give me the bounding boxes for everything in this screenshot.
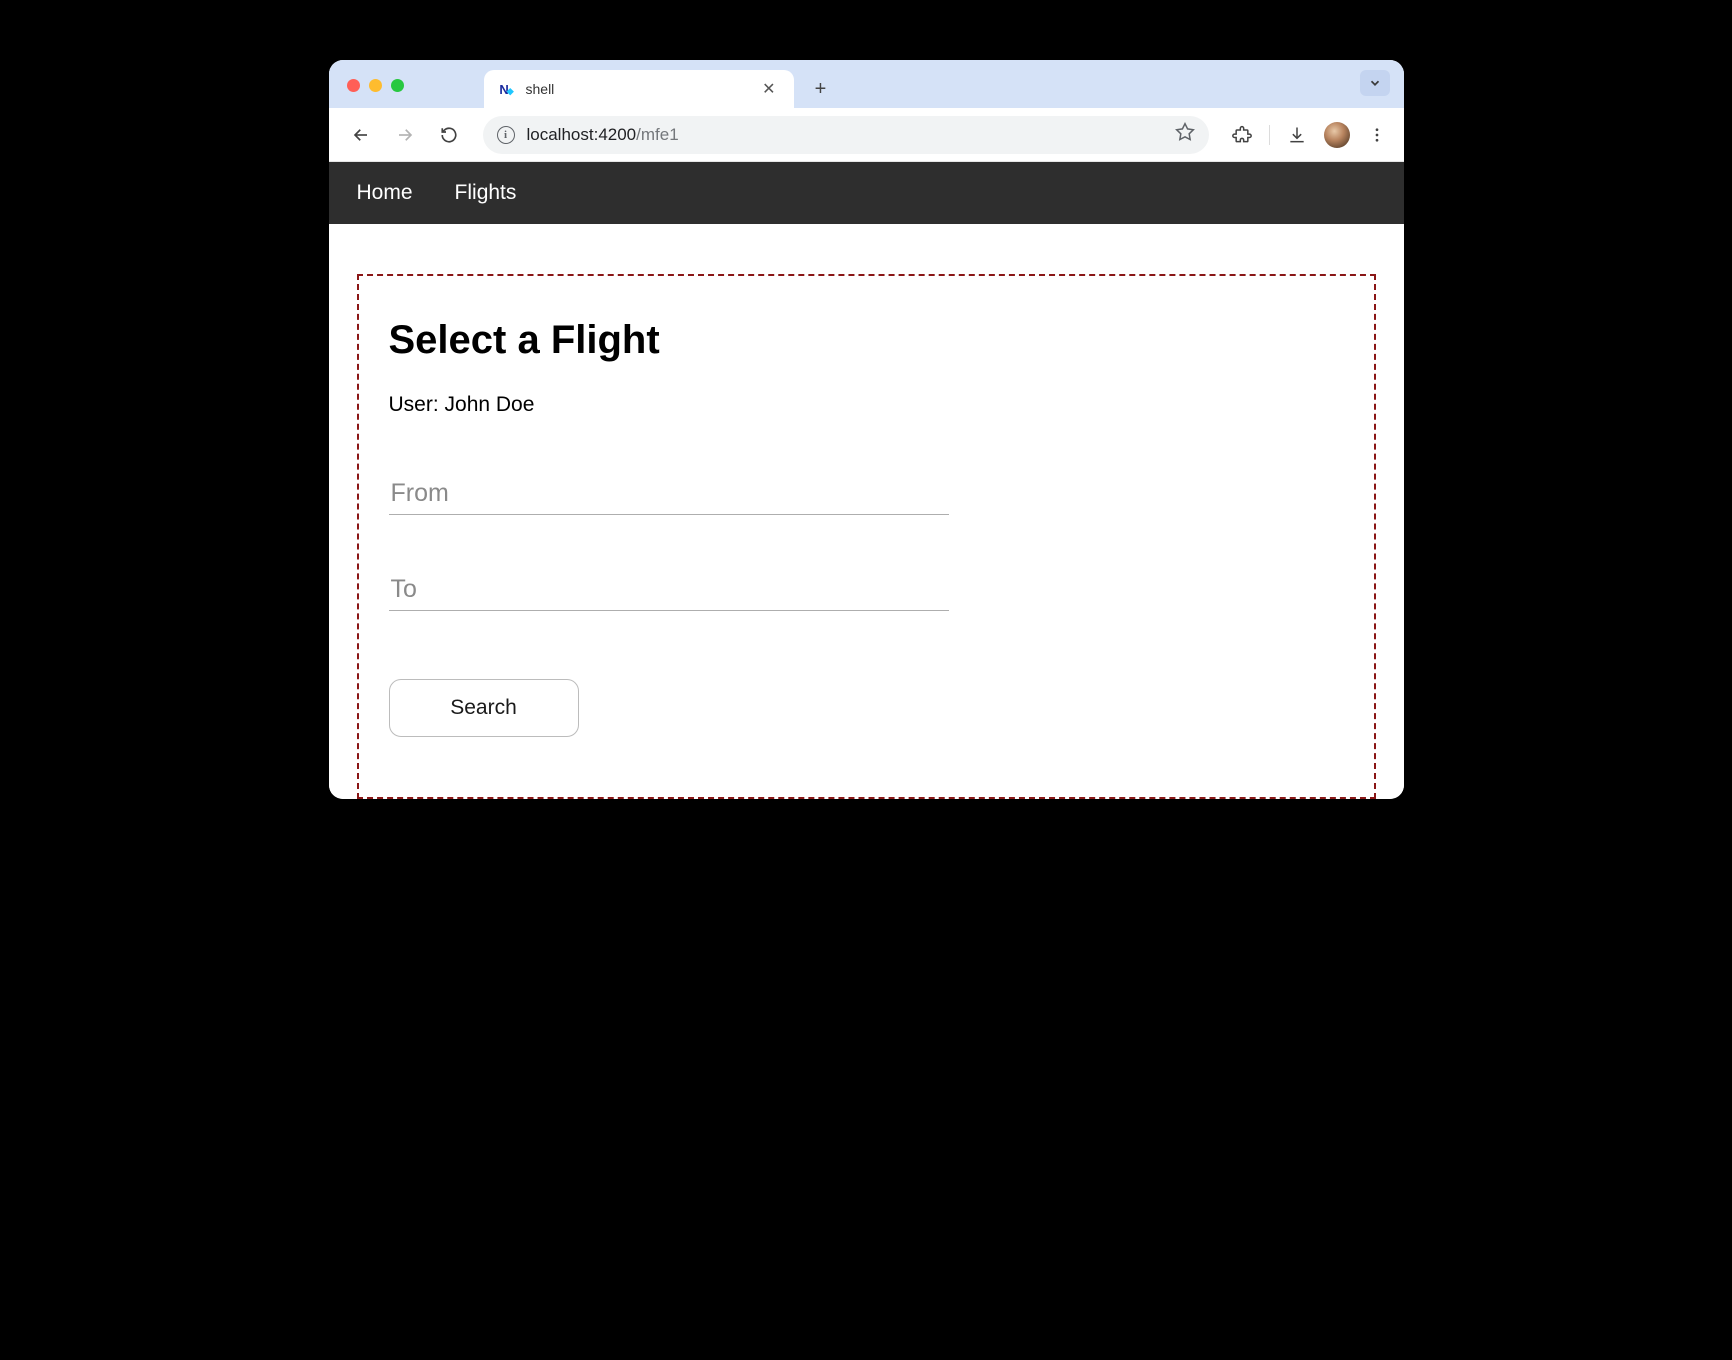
tabs-dropdown-button[interactable] (1360, 70, 1390, 96)
chevron-down-icon (1368, 76, 1382, 90)
download-icon (1287, 125, 1307, 145)
browser-menu-button[interactable] (1364, 122, 1390, 148)
browser-window: N◆ shell ✕ + i localhost:4200/mfe1 (329, 60, 1404, 799)
back-button[interactable] (343, 117, 379, 153)
to-input[interactable] (389, 569, 949, 611)
address-bar[interactable]: i localhost:4200/mfe1 (483, 116, 1209, 154)
window-maximize-button[interactable] (391, 79, 404, 92)
url-text: localhost:4200/mfe1 (527, 125, 1163, 145)
nav-home[interactable]: Home (357, 181, 413, 205)
nav-flights[interactable]: Flights (455, 181, 517, 205)
url-path: /mfe1 (636, 125, 679, 144)
profile-avatar[interactable] (1324, 122, 1350, 148)
window-close-button[interactable] (347, 79, 360, 92)
from-input[interactable] (389, 473, 949, 515)
mfe-container: Select a Flight User: John Doe Search (357, 274, 1376, 799)
puzzle-icon (1232, 125, 1252, 145)
arrow-left-icon (352, 126, 370, 144)
reload-icon (440, 126, 458, 144)
browser-toolbar: i localhost:4200/mfe1 (329, 108, 1404, 162)
new-tab-button[interactable]: + (806, 74, 836, 104)
forward-button[interactable] (387, 117, 423, 153)
tab-close-icon[interactable]: ✕ (758, 79, 779, 99)
page-content: Home Flights Select a Flight User: John … (329, 162, 1404, 799)
page-title: Select a Flight (389, 318, 1344, 363)
search-button[interactable]: Search (389, 679, 579, 737)
user-label: User: (389, 393, 445, 416)
star-icon (1175, 122, 1195, 142)
site-info-icon[interactable]: i (497, 126, 515, 144)
bookmark-button[interactable] (1175, 122, 1195, 147)
from-field (389, 473, 949, 515)
reload-button[interactable] (431, 117, 467, 153)
extensions-button[interactable] (1229, 122, 1255, 148)
url-host: localhost:4200 (527, 125, 637, 144)
toolbar-right (1229, 122, 1390, 148)
browser-tab-bar: N◆ shell ✕ + (329, 60, 1404, 108)
browser-tab[interactable]: N◆ shell ✕ (484, 70, 794, 108)
tab-title: shell (526, 81, 749, 97)
user-info: User: John Doe (389, 393, 1344, 417)
window-minimize-button[interactable] (369, 79, 382, 92)
tab-favicon: N◆ (498, 80, 516, 98)
user-name: John Doe (445, 393, 535, 416)
downloads-button[interactable] (1284, 122, 1310, 148)
app-navbar: Home Flights (329, 162, 1404, 224)
arrow-right-icon (396, 126, 414, 144)
kebab-menu-icon (1368, 126, 1386, 144)
to-field (389, 569, 949, 611)
toolbar-divider (1269, 125, 1270, 145)
window-controls (347, 79, 404, 92)
